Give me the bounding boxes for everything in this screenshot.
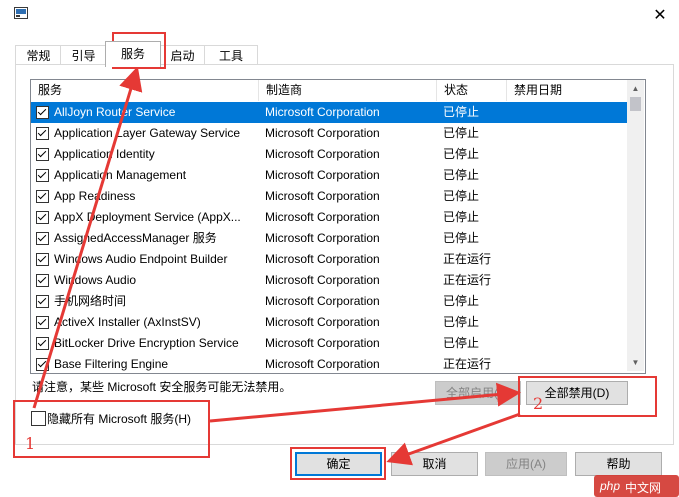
arrow-hide-to-tab (32, 66, 143, 409)
arrow-disable-to-ok (386, 412, 521, 466)
annotation-arrows (32, 66, 521, 466)
watermark-badge: php 中文网 (594, 475, 679, 497)
tab-services[interactable]: 服务 (105, 41, 161, 67)
watermark-cn: 中文网 (625, 481, 662, 495)
watermark-php: php (600, 479, 621, 493)
arrow-hide-to-disable (209, 382, 521, 423)
tab-label: 服务 (120, 47, 145, 61)
